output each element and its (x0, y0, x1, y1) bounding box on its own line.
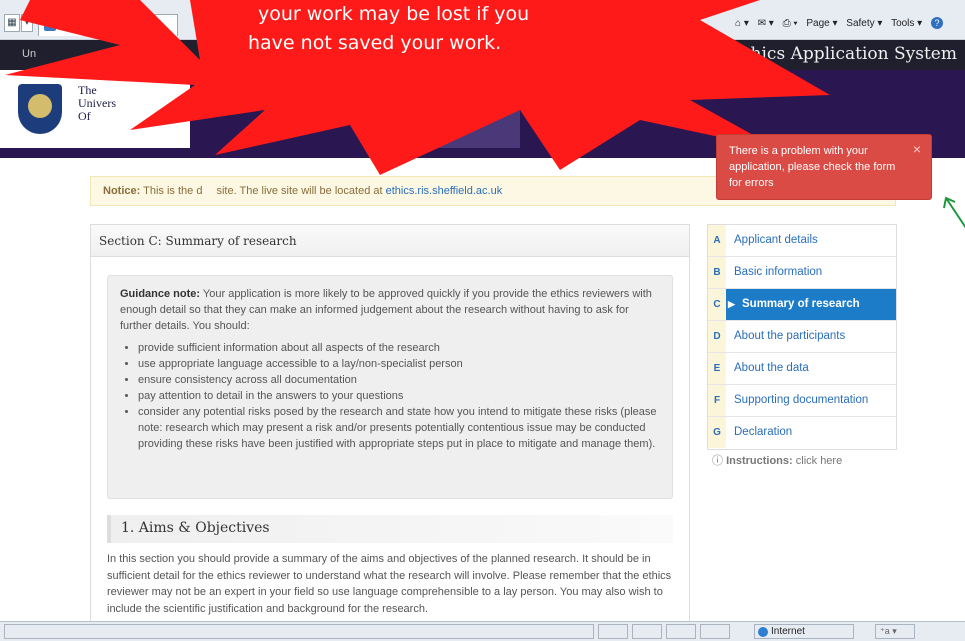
sidebar-item-about-data[interactable]: E About the data (708, 353, 896, 385)
list-item: ensure consistency across all documentat… (138, 372, 662, 388)
instructions: ⓘ Instructions: click here (712, 452, 842, 468)
tab-title: Staff - Th (61, 19, 102, 30)
browser-status-bar: Internet ⁺a ▾ (0, 621, 965, 641)
aims-heading: 1. Aims & Objectives (107, 515, 673, 543)
sidebar-item-label: Summary of research (742, 298, 860, 310)
side-letter: E (708, 353, 726, 384)
guidance-list: provide sufficient information about all… (120, 340, 662, 452)
help-icon[interactable]: ? (931, 17, 943, 29)
list-item: consider any potential risks posed by th… (138, 404, 662, 452)
list-item: pay attention to detail in the answers t… (138, 388, 662, 404)
side-letter: A (708, 225, 726, 256)
alert-message: There is a problem with your application… (729, 145, 896, 189)
zoom-control[interactable]: ⁺a ▾ (875, 624, 915, 639)
sidebar-item-label: Declaration (734, 426, 793, 438)
list-item: use appropriate language accessible to a… (138, 356, 662, 372)
notice-text-1: This is the d (140, 185, 203, 197)
side-letter: C (708, 289, 726, 320)
topbar-link[interactable]: Un (22, 48, 36, 60)
sidebar-item-declaration[interactable]: G Declaration (708, 417, 896, 449)
guidance-note: Guidance note: Your application is more … (107, 275, 673, 499)
tools-menu[interactable]: Tools ▾ (891, 18, 922, 29)
notice-label: Notice: (103, 185, 141, 197)
sidebar-item-label: Basic information (734, 266, 823, 278)
sidebar-item-about-participants[interactable]: D About the participants (708, 321, 896, 353)
side-letter: G (708, 417, 726, 448)
guidance-text: Your application is more likely to be ap… (120, 288, 652, 332)
info-icon: ⓘ (712, 455, 723, 467)
nav-item-applications[interactable]: Applications (508, 86, 603, 118)
arrow-icon (943, 196, 965, 229)
tab-list-button[interactable]: ▾ (21, 14, 33, 32)
page-menu[interactable]: Page ▾ (806, 18, 837, 29)
nav-applications-label: Applications (525, 106, 586, 118)
sidebar-item-basic-information[interactable]: B Basic information (708, 257, 896, 289)
section-heading: Section C: Summary of research (91, 225, 689, 257)
status-cell (632, 624, 662, 639)
mail-icon[interactable]: ✉ ▾ (758, 18, 774, 29)
status-cell (666, 624, 696, 639)
logo-line-3: Of (78, 109, 91, 123)
instructions-link[interactable]: click here (796, 455, 842, 467)
live-site-link[interactable]: ethics.ris.sheffield.ac.uk (386, 185, 503, 197)
aims-text: In this section you should provide a sum… (107, 553, 672, 615)
sidebar-item-summary-of-research[interactable]: C ▶ Summary of research (708, 289, 896, 321)
site-title: Ethics Application System (731, 44, 957, 64)
nav-item-active[interactable] (410, 108, 520, 148)
print-icon[interactable]: ⎙ ▾ (783, 18, 798, 29)
side-letter: D (708, 321, 726, 352)
sidebar-item-supporting-documentation[interactable]: F Supporting documentation (708, 385, 896, 417)
guidance-label: Guidance note: (120, 288, 201, 300)
browser-tab[interactable]: Staff - Th (38, 14, 178, 36)
favicon-icon (44, 19, 56, 31)
side-letter: B (708, 257, 726, 288)
sidebar-item-label: About the data (734, 362, 809, 374)
main-panel: Section C: Summary of research Guidance … (90, 224, 690, 624)
sidebar-item-label: Applicant details (734, 234, 818, 246)
instructions-label: Instructions: (726, 455, 793, 467)
logo-text: The Univers Of (78, 84, 116, 123)
status-text-cell (4, 624, 594, 639)
university-logo[interactable]: The Univers Of (0, 70, 190, 148)
sidebar-item-label: Supporting documentation (734, 394, 869, 406)
callout-line: your work may be lost if you (258, 3, 530, 25)
document-icon (548, 86, 563, 100)
crest-icon (18, 84, 62, 134)
callout-text: your work may be lost if you have not sa… (240, 0, 600, 58)
side-letter: F (708, 385, 726, 416)
list-item: provide sufficient information about all… (138, 340, 662, 356)
caret-right-icon: ▶ (728, 299, 735, 309)
callout-line: have not saved your work. (248, 32, 502, 54)
sidebar-item-applicant-details[interactable]: A Applicant details (708, 225, 896, 257)
home-icon[interactable]: ⌂ ▾ (735, 18, 749, 29)
safety-menu[interactable]: Safety ▾ (846, 18, 882, 29)
error-alert: There is a problem with your application… (716, 134, 932, 200)
command-bar: ⌂ ▾ ✉ ▾ ⎙ ▾ Page ▾ Safety ▾ Tools ▾ ? (735, 14, 965, 34)
sidebar-item-label: About the participants (734, 330, 846, 342)
status-cell (598, 624, 628, 639)
security-zone[interactable]: Internet (754, 624, 854, 639)
notice-text-2: site. The live site will be located at (216, 185, 386, 197)
section-nav: A Applicant details B Basic information C ▶… (707, 224, 897, 450)
close-icon[interactable]: × (913, 141, 921, 157)
status-cell (700, 624, 730, 639)
quick-tabs-button[interactable]: ▦ (4, 14, 20, 32)
